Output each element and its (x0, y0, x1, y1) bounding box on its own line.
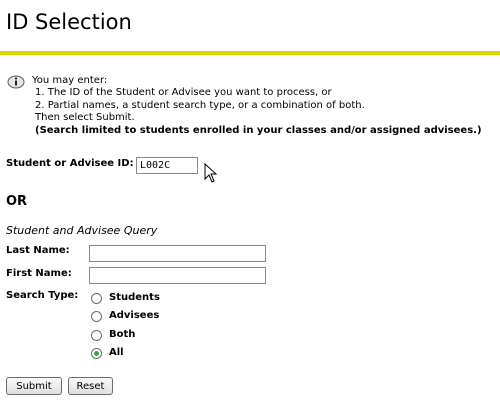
first-name-label: First Name: (6, 268, 72, 279)
instruction-line: 1. The ID of the Student or Advisee you … (35, 87, 332, 99)
or-separator: OR (6, 194, 28, 209)
radio-advisees[interactable] (91, 311, 102, 322)
submit-button[interactable]: Submit (6, 377, 62, 395)
info-icon (7, 75, 25, 89)
radio-students[interactable] (91, 293, 102, 304)
radio-label-advisees: Advisees (109, 310, 160, 321)
instruction-line: 2. Partial names, a student search type,… (35, 99, 365, 111)
radio-label-both: Both (109, 329, 136, 340)
search-type-label: Search Type: (6, 290, 79, 301)
page-title: ID Selection (6, 10, 132, 34)
instructions: You may enter: 1. The ID of the Student … (32, 75, 482, 137)
instruction-line: Then select Submit. (35, 112, 135, 124)
radio-label-students: Students (109, 292, 160, 303)
radio-label-all: All (109, 347, 124, 358)
student-id-input[interactable] (136, 157, 198, 174)
radio-all[interactable] (91, 348, 102, 359)
radio-both[interactable] (91, 330, 102, 341)
first-name-input[interactable] (89, 267, 266, 284)
reset-button[interactable]: Reset (68, 377, 113, 395)
instruction-line: You may enter: (32, 75, 108, 86)
query-title: Student and Advisee Query (6, 224, 158, 237)
mouse-cursor-icon (204, 163, 218, 183)
title-divider (0, 51, 500, 55)
last-name-input[interactable] (89, 245, 266, 262)
search-limit-note: (Search limited to students enrolled in … (35, 124, 482, 136)
student-id-label: Student or Advisee ID: (6, 158, 134, 169)
last-name-label: Last Name: (6, 245, 70, 256)
